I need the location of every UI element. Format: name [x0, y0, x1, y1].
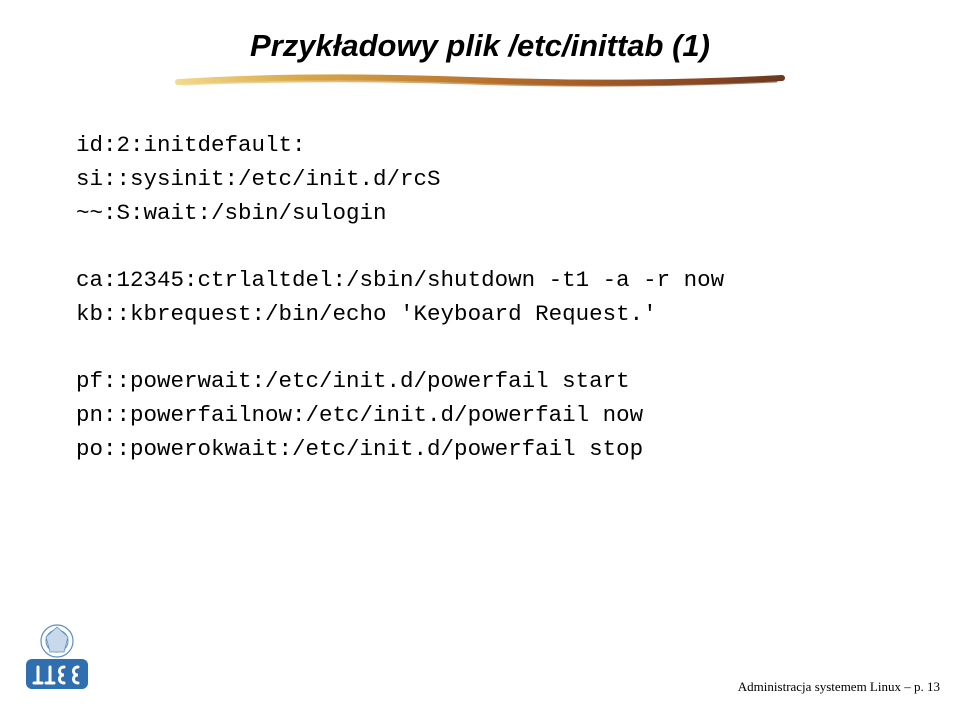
code-line: pn::powerfailnow:/etc/init.d/powerfail n… — [76, 402, 643, 428]
slide-footer: Administracja systemem Linux – p. 13 — [738, 679, 940, 695]
slide-title: Przykładowy plik /etc/inittab (1) — [0, 28, 960, 64]
code-block: id:2:initdefault: si::sysinit:/etc/init.… — [0, 95, 960, 467]
code-line: id:2:initdefault: — [76, 132, 306, 158]
slide-header: Przykładowy plik /etc/inittab (1) — [0, 0, 960, 95]
code-line: po::powerokwait:/etc/init.d/powerfail st… — [76, 436, 643, 462]
title-underline-stroke — [170, 72, 790, 90]
institution-logo — [18, 619, 96, 697]
code-line: ca:12345:ctrlaltdel:/sbin/shutdown -t1 -… — [76, 267, 724, 293]
code-line: si::sysinit:/etc/init.d/rcS — [76, 166, 441, 192]
code-line: pf::powerwait:/etc/init.d/powerfail star… — [76, 368, 630, 394]
code-line: kb::kbrequest:/bin/echo 'Keyboard Reques… — [76, 301, 657, 327]
code-line: ~~:S:wait:/sbin/sulogin — [76, 200, 387, 226]
